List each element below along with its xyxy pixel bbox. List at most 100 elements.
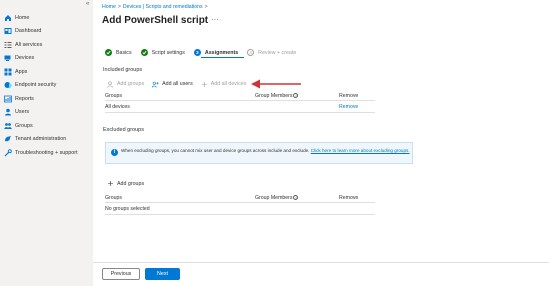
sidebar-item-label: Apps xyxy=(15,68,28,75)
column-header-members: Group Members i xyxy=(255,195,339,201)
column-header-groups: Groups xyxy=(105,93,123,99)
info-icon: i xyxy=(111,149,118,156)
table-header: Groups Group Members i Remove xyxy=(105,194,375,203)
annotation-arrow-icon xyxy=(251,79,301,89)
more-options-icon[interactable]: ··· xyxy=(211,15,219,24)
step-label: Basics xyxy=(116,49,132,56)
breadcrumb: Home > Devices | Scripts and remediations > xyxy=(102,4,210,10)
endpoint-security-icon xyxy=(4,81,12,89)
add-groups-label: Add groups xyxy=(117,180,145,187)
collapse-nav-icon[interactable]: « xyxy=(86,1,89,7)
tenant-admin-icon xyxy=(4,135,12,143)
sidebar-item-label: Devices xyxy=(15,55,35,62)
step-script-settings[interactable]: Script settings xyxy=(140,49,185,56)
sidebar-item-reports[interactable]: Reports xyxy=(0,92,93,106)
sidebar-item-label: Endpoint security xyxy=(15,82,57,89)
plus-icon xyxy=(201,81,208,88)
excluded-groups-table: Groups Group Members i Remove No groups s… xyxy=(105,194,375,215)
group-name: All devices xyxy=(105,103,130,110)
step-assignments[interactable]: 3 Assignments xyxy=(193,49,239,56)
learn-more-link[interactable]: Click here to learn more about excluding… xyxy=(311,148,410,153)
sidebar-item-label: All services xyxy=(15,41,43,48)
included-groups-table: Groups Group Members i Remove All devices… xyxy=(105,92,375,113)
wizard-steps: Basics Script settings 3 Assignments 4 R… xyxy=(105,48,305,57)
sidebar-item-users[interactable]: Users xyxy=(0,106,93,120)
sidebar-item-apps[interactable]: Apps xyxy=(0,65,93,79)
troubleshooting-icon xyxy=(4,149,12,157)
info-message-text: When excluding groups, you cannot mix us… xyxy=(121,148,411,154)
column-header-remove: Remove xyxy=(339,195,359,201)
sidebar-item-home[interactable]: Home xyxy=(0,11,93,25)
sidebar-item-label: Users xyxy=(15,109,30,116)
users-icon xyxy=(4,108,12,116)
home-icon xyxy=(4,14,12,22)
sidebar-item-devices[interactable]: Devices xyxy=(0,52,93,66)
breadcrumb-separator: > xyxy=(117,4,121,10)
step-number-icon: 4 xyxy=(247,49,255,56)
sidebar-item-label: Home xyxy=(15,14,30,21)
step-label: Script settings xyxy=(151,49,185,56)
table-row: All devices Remove xyxy=(105,101,375,113)
sidebar-item-label: Troubleshooting + support xyxy=(15,149,78,156)
wizard-footer: Previous Next xyxy=(93,262,549,286)
info-message-bar: i When excluding groups, you cannot mix … xyxy=(105,142,413,164)
apps-icon xyxy=(4,68,12,76)
breadcrumb-scripts[interactable]: Devices | Scripts and remediations xyxy=(123,4,203,10)
info-icon[interactable]: i xyxy=(293,195,299,201)
add-all-devices-button[interactable]: Add all devices xyxy=(201,81,247,88)
previous-button[interactable]: Previous xyxy=(102,268,140,280)
column-header-members: Group Members i xyxy=(255,93,339,99)
plus-icon xyxy=(107,180,114,187)
sidebar-item-groups[interactable]: Groups xyxy=(0,119,93,133)
column-header-remove: Remove xyxy=(339,93,359,99)
groups-icon xyxy=(4,122,12,130)
page-title: Add PowerShell script xyxy=(102,15,209,26)
step-number-icon: 3 xyxy=(193,49,201,56)
included-groups-heading: Included groups xyxy=(103,67,143,73)
info-icon[interactable]: i xyxy=(293,93,299,99)
add-groups-button[interactable]: Add groups xyxy=(107,80,145,88)
column-header-groups: Groups xyxy=(105,195,123,201)
sidebar-item-dashboard[interactable]: Dashboard xyxy=(0,25,93,39)
empty-state-text: No groups selected xyxy=(105,205,150,212)
add-excluded-groups-button[interactable]: Add groups xyxy=(107,180,144,187)
sidebar-item-endpoint-security[interactable]: Endpoint security xyxy=(0,79,93,93)
column-header-members-label: Group Members xyxy=(255,195,293,201)
sidebar-item-label: Reports xyxy=(15,95,34,102)
step-review-create[interactable]: 4 Review + create xyxy=(247,49,296,56)
all-services-icon xyxy=(4,41,12,49)
left-nav: « Home Dashboard All services Devices Ap… xyxy=(0,0,93,286)
reports-icon xyxy=(4,95,12,103)
sidebar-item-tenant-administration[interactable]: Tenant administration xyxy=(0,133,93,147)
remove-link[interactable]: Remove xyxy=(339,104,375,110)
included-actions: Add groups Add all users Add all devices xyxy=(107,80,254,88)
sidebar-item-all-services[interactable]: All services xyxy=(0,38,93,52)
add-all-users-label: Add all users xyxy=(162,81,193,87)
sidebar-item-label: Groups xyxy=(15,122,33,129)
sidebar-item-troubleshooting[interactable]: Troubleshooting + support xyxy=(0,146,93,160)
add-group-icon xyxy=(107,80,114,88)
table-header: Groups Group Members i Remove xyxy=(105,92,375,101)
add-users-icon xyxy=(152,81,159,88)
column-header-members-label: Group Members xyxy=(255,93,293,99)
add-all-devices-label: Add all devices xyxy=(210,81,247,87)
next-button[interactable]: Next xyxy=(145,268,180,280)
checkmark-icon xyxy=(105,49,112,56)
step-label: Review + create xyxy=(258,49,297,56)
current-step-indicator xyxy=(201,57,244,59)
devices-icon xyxy=(4,54,12,62)
sidebar-item-label: Dashboard xyxy=(15,28,42,35)
step-label: Assignments xyxy=(204,49,239,56)
breadcrumb-home[interactable]: Home xyxy=(102,4,116,10)
add-all-users-button[interactable]: Add all users xyxy=(152,81,193,88)
add-groups-label: Add groups xyxy=(117,81,145,87)
breadcrumb-separator: > xyxy=(204,4,208,10)
checkmark-icon xyxy=(140,49,148,56)
main-panel: Home > Devices | Scripts and remediations >… xyxy=(93,0,549,286)
dashboard-icon xyxy=(4,27,12,35)
step-basics[interactable]: Basics xyxy=(105,49,132,56)
sidebar-item-label: Tenant administration xyxy=(15,136,67,143)
info-message-body: When excluding groups, you cannot mix us… xyxy=(121,148,310,153)
nav-list: Home Dashboard All services Devices Apps xyxy=(0,11,93,160)
excluded-groups-heading: Excluded groups xyxy=(103,127,144,133)
